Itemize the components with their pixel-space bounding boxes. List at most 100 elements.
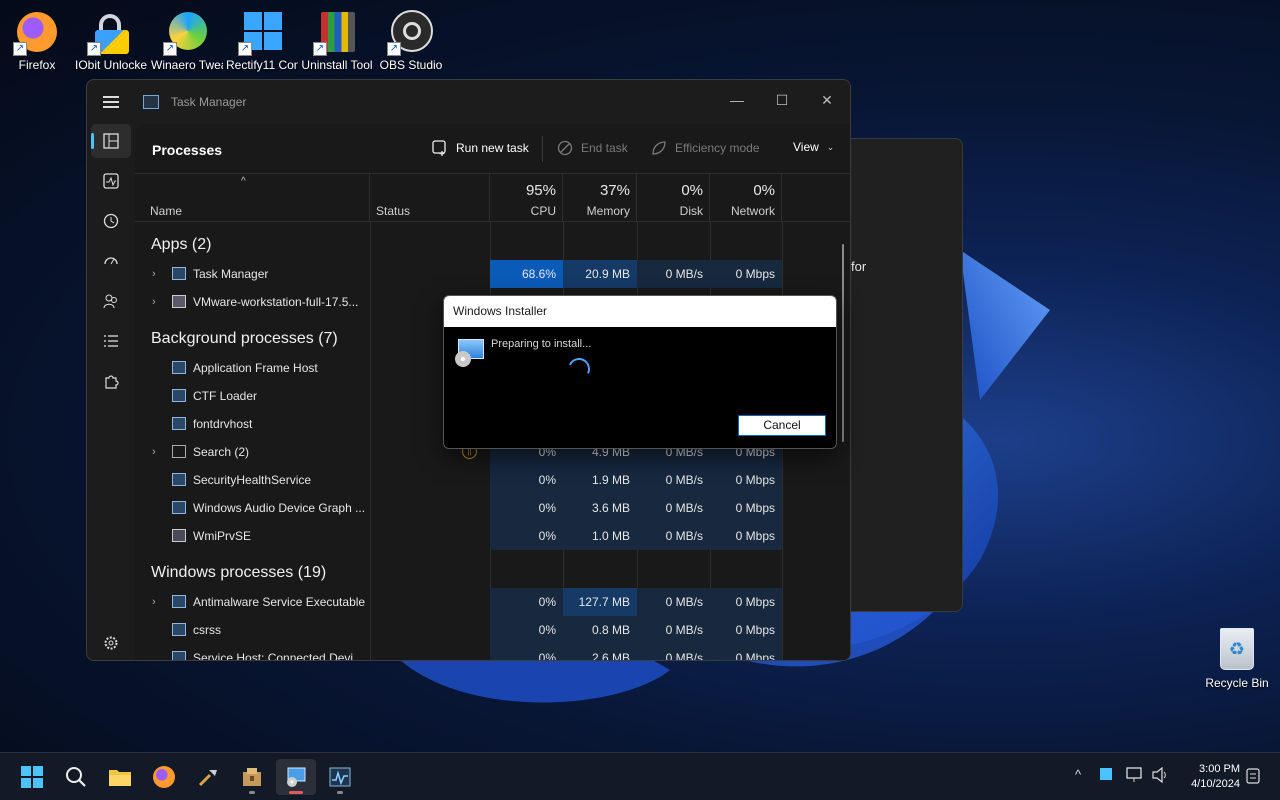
column-memory[interactable]: 37% Memory xyxy=(563,174,637,222)
table-row[interactable]: csrss 0% 0.8 MB 0 MB/s 0 Mbps xyxy=(135,616,850,644)
windows-installer-dialog[interactable]: Windows Installer Preparing to install..… xyxy=(443,295,837,449)
chevron-right-icon[interactable]: › xyxy=(152,260,156,288)
scrollbar[interactable] xyxy=(842,244,844,442)
process-name: SecurityHealthService xyxy=(193,473,312,487)
column-cpu[interactable]: 95% CPU xyxy=(490,174,563,222)
network-cell: 0 Mbps xyxy=(710,522,782,550)
nav-processes[interactable] xyxy=(91,124,131,158)
desktop-icon-firefox[interactable]: ↗ Firefox xyxy=(1,2,73,86)
column-name[interactable]: ^ Name xyxy=(135,174,370,222)
nav-startup-apps[interactable] xyxy=(91,244,131,278)
network-icon[interactable] xyxy=(1126,767,1144,783)
tray-app-icon[interactable] xyxy=(1100,768,1112,780)
background-window-text: for xyxy=(851,259,867,274)
firefox-taskbar-button[interactable] xyxy=(144,759,184,795)
cpu-cell: 0% xyxy=(490,494,563,522)
minimize-button[interactable]: — xyxy=(715,86,759,116)
folder-icon xyxy=(109,770,131,786)
desktop-icon-rectify11[interactable]: ↗ Rectify11 Control xyxy=(226,2,298,86)
installer-icon xyxy=(455,339,485,367)
process-name: fontdrvhost xyxy=(193,417,253,431)
clock[interactable]: 3:00 PM 4/10/2024 xyxy=(1180,762,1240,792)
nav-users[interactable] xyxy=(91,284,131,318)
search-button[interactable] xyxy=(56,759,96,795)
desktop-icon-winaero-tweaker[interactable]: ↗ Winaero Tweaker xyxy=(151,2,223,86)
active-indicator xyxy=(289,791,303,794)
view-dropdown[interactable]: View ⌄ xyxy=(793,140,834,154)
table-row[interactable]: Service Host: Connected Devi... 0% 2.6 M… xyxy=(135,644,850,661)
process-name: Antimalware Service Executable xyxy=(193,595,366,609)
table-row[interactable]: SecurityHealthService 0% 1.9 MB 0 MB/s 0… xyxy=(135,466,850,494)
desktop-icon-uninstall-tool[interactable]: ↗ Uninstall Tool xyxy=(301,2,373,86)
installer-package-button[interactable] xyxy=(232,759,272,795)
memory-percent: 37% xyxy=(599,182,630,199)
notification-icon[interactable] xyxy=(1246,768,1260,784)
cpu-cell: 0% xyxy=(490,616,563,644)
disk-cell: 0 MB/s xyxy=(637,260,710,288)
tools-icon xyxy=(198,770,217,787)
network-cell: 0 Mbps xyxy=(710,588,782,616)
column-status-label: Status xyxy=(376,204,411,218)
column-network[interactable]: 0% Network xyxy=(710,174,782,222)
nav-performance[interactable] xyxy=(91,164,131,198)
network-cell: 0 Mbps xyxy=(710,494,782,522)
desktop-icon-iobit-unlocker[interactable]: ↗ IObit Unlocker xyxy=(75,2,147,86)
run-new-task-button[interactable]: Run new task xyxy=(432,140,529,156)
desktop-icon-obs-studio[interactable]: ↗ OBS Studio xyxy=(375,2,447,86)
disk-cell: 0 MB/s xyxy=(637,522,710,550)
cancel-button[interactable]: Cancel xyxy=(738,415,826,436)
volume-icon[interactable] xyxy=(1151,767,1169,783)
users-icon xyxy=(103,294,117,309)
desktop-icon-label: Recycle Bin xyxy=(1205,676,1269,690)
network-percent: 0% xyxy=(753,182,775,199)
dialog-message: Preparing to install... xyxy=(491,338,592,350)
table-row[interactable]: Windows Audio Device Graph ... 0% 3.6 MB… xyxy=(135,494,850,522)
cpu-percent: 95% xyxy=(525,182,556,199)
group-header-apps: Apps (2) xyxy=(151,236,212,253)
cpu-cell: 68.6% xyxy=(490,260,563,288)
chevron-right-icon[interactable]: › xyxy=(152,288,156,316)
nav-app-history[interactable] xyxy=(91,204,131,238)
column-disk-label: Disk xyxy=(679,204,703,218)
process-name: Service Host: Connected Devi... xyxy=(193,651,364,661)
maximize-button[interactable]: ☐ xyxy=(760,86,804,116)
nav-services[interactable] xyxy=(91,364,131,398)
file-explorer-button[interactable] xyxy=(100,759,140,795)
background-window[interactable]: for xyxy=(835,138,963,612)
running-indicator xyxy=(249,791,255,794)
cpu-cell: 0% xyxy=(490,522,563,550)
efficiency-mode-button[interactable]: Efficiency mode xyxy=(651,140,760,156)
app-process-icon xyxy=(172,417,186,430)
task-manager-process-icon xyxy=(172,267,186,280)
leaf-icon xyxy=(652,141,666,155)
title-bar[interactable]: Task Manager — ☐ ✕ xyxy=(87,80,850,124)
chevron-right-icon[interactable]: › xyxy=(152,438,156,466)
chevron-right-icon[interactable]: › xyxy=(152,588,156,616)
table-row[interactable]: WmiPrvSE 0% 1.0 MB 0 MB/s 0 Mbps xyxy=(135,522,850,550)
nav-details[interactable] xyxy=(91,324,131,358)
start-button[interactable] xyxy=(12,759,52,795)
hamburger-menu-icon[interactable] xyxy=(103,96,119,108)
show-hidden-icons-chevron[interactable]: ^ xyxy=(1075,767,1081,782)
end-task-button[interactable]: End task xyxy=(557,140,628,156)
memory-cell: 20.9 MB xyxy=(563,260,637,288)
windows-grid-icon: ↗ xyxy=(238,8,286,56)
task-manager-icon xyxy=(143,95,159,109)
table-row[interactable]: › Antimalware Service Executable 0% 127.… xyxy=(135,588,850,616)
firefox-icon: ↗ xyxy=(13,8,61,56)
nav-settings[interactable] xyxy=(91,626,131,660)
table-row[interactable]: › Task Manager 68.6% 20.9 MB 0 MB/s 0 Mb… xyxy=(135,260,850,288)
windows-installer-taskbar-button[interactable] xyxy=(276,759,316,795)
pinned-app-button[interactable] xyxy=(188,759,228,795)
performance-icon xyxy=(103,173,119,189)
group-header-windows: Windows processes (19) xyxy=(151,564,327,581)
search-icon xyxy=(66,767,86,787)
process-name: Search (2) xyxy=(193,445,250,459)
task-manager-taskbar-button[interactable] xyxy=(320,759,360,795)
column-disk[interactable]: 0% Disk xyxy=(637,174,710,222)
app-process-icon xyxy=(172,473,186,486)
close-button[interactable]: ✕ xyxy=(805,86,849,116)
details-list-icon xyxy=(104,335,118,347)
desktop-icon-recycle-bin[interactable]: ♻ Recycle Bin xyxy=(1202,624,1272,690)
column-status[interactable]: Status xyxy=(370,174,490,222)
